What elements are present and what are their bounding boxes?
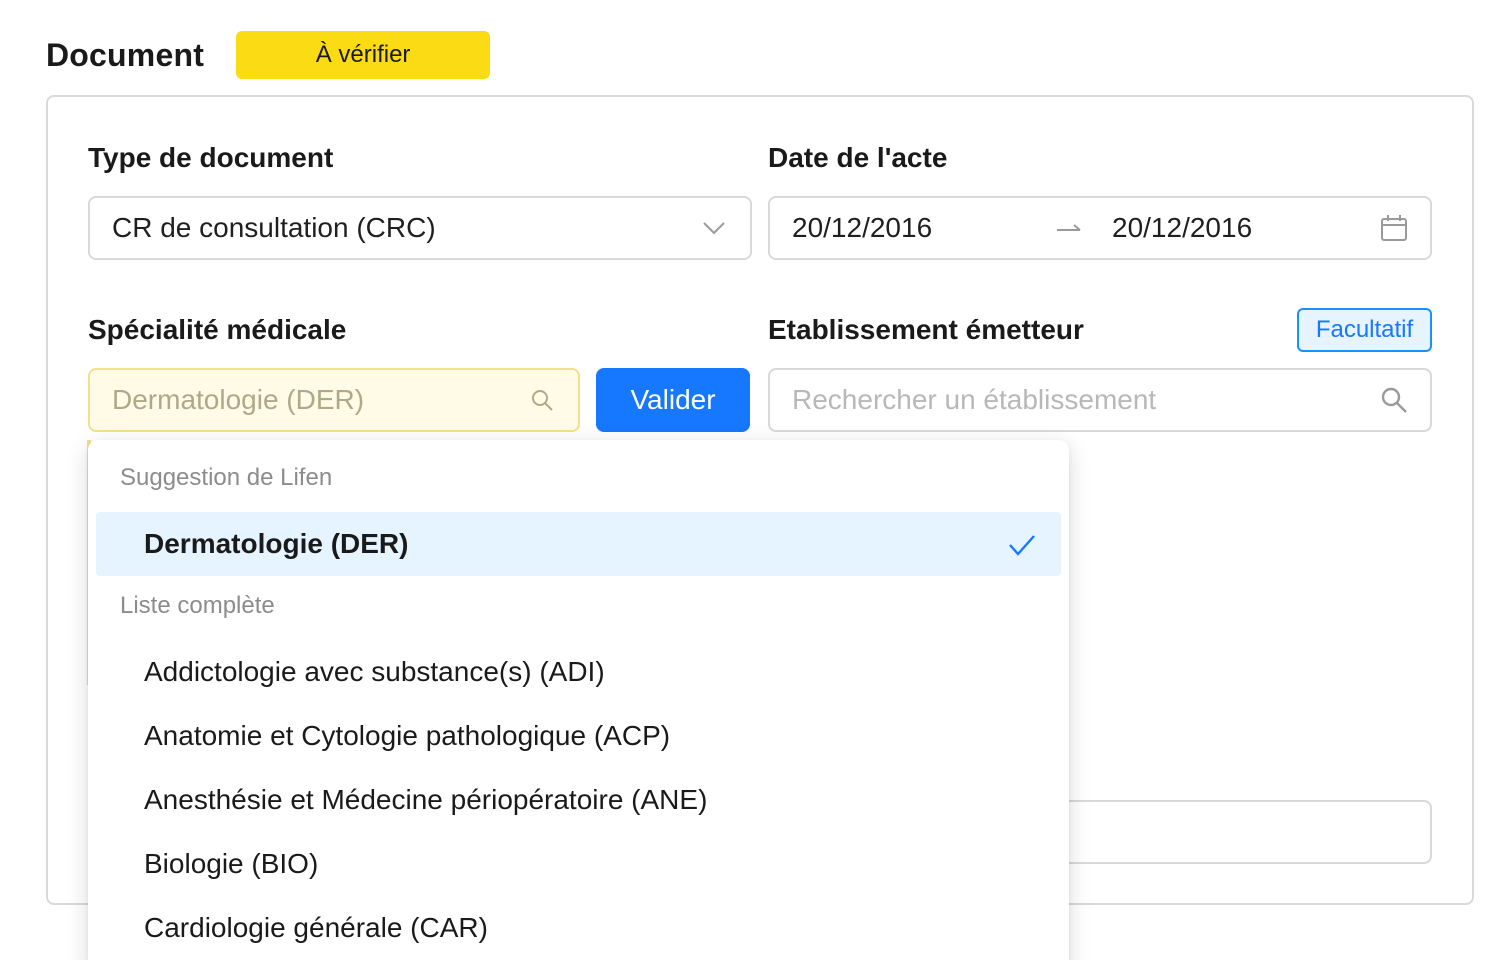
dropdown-option[interactable]: Addictologie avec substance(s) (ADI) bbox=[96, 640, 1061, 704]
specialite-search-input[interactable]: Dermatologie (DER) bbox=[88, 368, 580, 432]
type-document-select[interactable]: CR de consultation (CRC) bbox=[88, 196, 752, 260]
calendar-icon[interactable] bbox=[1374, 208, 1414, 248]
dropdown-option[interactable]: Anesthésie et Médecine périopératoire (A… bbox=[96, 768, 1061, 832]
specialite-dropdown: Suggestion de Lifen Dermatologie (DER) L… bbox=[88, 440, 1069, 960]
dropdown-option[interactable]: Cardiologie générale (CAR) bbox=[96, 896, 1061, 960]
dropdown-option[interactable]: Biologie (BIO) bbox=[96, 832, 1061, 896]
search-icon bbox=[522, 380, 562, 420]
suggestion-group-header: Suggestion de Lifen bbox=[120, 464, 333, 491]
type-document-label: Type de document bbox=[88, 142, 334, 173]
date-end-input[interactable]: 20/12/2016 bbox=[1092, 212, 1374, 244]
etablissement-search-input[interactable]: Rechercher un établissement bbox=[768, 368, 1432, 432]
search-icon[interactable] bbox=[1374, 380, 1414, 420]
dropdown-option-suggested[interactable]: Dermatologie (DER) bbox=[96, 512, 1061, 576]
date-range-picker[interactable]: 20/12/2016 20/12/2016 bbox=[768, 196, 1432, 260]
status-badge: À vérifier bbox=[236, 31, 491, 79]
hidden-input-field[interactable] bbox=[1040, 800, 1432, 864]
etablissement-placeholder: Rechercher un établissement bbox=[792, 384, 1157, 415]
type-document-value: CR de consultation (CRC) bbox=[112, 212, 436, 243]
specialite-label: Spécialité médicale bbox=[88, 314, 347, 345]
page-title: Document bbox=[46, 36, 205, 73]
option-label: Dermatologie (DER) bbox=[144, 528, 409, 559]
document-header: Document À vérifier bbox=[46, 30, 491, 80]
optional-badge: Facultatif bbox=[1297, 308, 1432, 352]
arrow-right-icon bbox=[1046, 222, 1092, 234]
chevron-down-icon bbox=[694, 208, 734, 248]
validate-button[interactable]: Valider bbox=[596, 368, 750, 432]
full-list-group-header: Liste complète bbox=[120, 592, 275, 619]
date-start-input[interactable]: 20/12/2016 bbox=[770, 212, 1046, 244]
specialite-search-value: Dermatologie (DER) bbox=[112, 384, 365, 415]
check-icon bbox=[1009, 535, 1035, 556]
date-acte-label: Date de l'acte bbox=[768, 142, 948, 173]
etablissement-label: Etablissement émetteur bbox=[768, 314, 1084, 345]
dropdown-option[interactable]: Anatomie et Cytologie pathologique (ACP) bbox=[96, 704, 1061, 768]
